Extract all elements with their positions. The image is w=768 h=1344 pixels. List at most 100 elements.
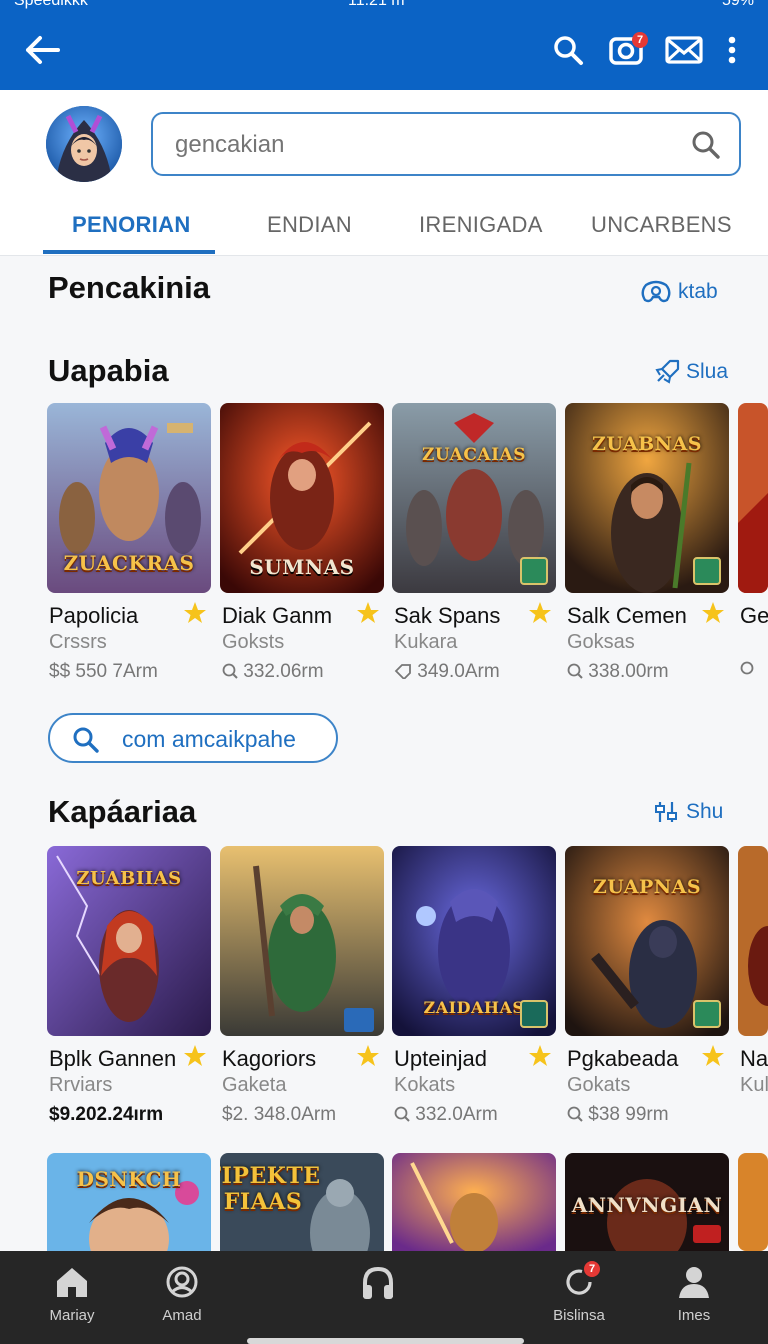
game-thumbnail: ANNVNGIAN [565, 1153, 729, 1251]
game-chip [520, 1000, 548, 1028]
game-thumbnail: FIPEKTE FIAAS [220, 1153, 384, 1251]
game-name: Upteinjad [394, 1046, 487, 1071]
nav-item-imes[interactable]: Imes [649, 1265, 739, 1324]
game-thumbnail [220, 846, 384, 1036]
game-art-title: SUMNAS [249, 555, 355, 579]
tab-uncarbens[interactable]: UNCARBENS [591, 212, 732, 238]
tag-icon [394, 664, 411, 681]
home-icon [57, 1268, 87, 1297]
search-button[interactable] [546, 28, 590, 72]
game-stats [740, 661, 756, 683]
search-icon [567, 663, 583, 679]
notification-badge: 7 [584, 1261, 600, 1277]
game-card[interactable]: FIPEKTE FIAAS [220, 1153, 384, 1251]
nav-item-amad[interactable]: Amad [137, 1265, 227, 1324]
game-name: Sak Spans [394, 603, 501, 628]
game-thumbnail: DSNKCH [47, 1153, 211, 1251]
search-input[interactable] [175, 128, 675, 162]
nav-label: Amad [162, 1307, 202, 1324]
section-title-kapaariaa: Kapáariaa [48, 794, 197, 829]
game-thumbnail: ZAIDAHAS [392, 846, 556, 1036]
bottom-navigation: Mariay Amad 7 Bislinsa Imes [0, 1251, 768, 1344]
game-developer: Kul [740, 1074, 768, 1096]
back-arrow-icon [26, 36, 60, 64]
game-chip [693, 1000, 721, 1028]
game-card[interactable]: ZUABIIAS Bplk Gannen Rrviars $9.202.24ır… [47, 846, 211, 1125]
game-stats: 349.0Arm [394, 661, 500, 683]
search-box[interactable] [151, 112, 741, 176]
game-art-title: ANNVNGIAN [571, 1193, 723, 1217]
game-card[interactable] [392, 1153, 556, 1251]
game-name: Na [740, 1046, 768, 1071]
gamepad-icon [641, 280, 671, 303]
game-card[interactable]: DSNKCH [47, 1153, 211, 1251]
game-thumbnail [392, 1153, 556, 1251]
game-card[interactable]: ZAIDAHAS Upteinjad Kokats 332.0Arm [392, 846, 556, 1125]
game-card-partial[interactable]: Na Kul [738, 846, 768, 1136]
more-options-button[interactable] [712, 28, 752, 72]
section-link-slua[interactable]: Slua [654, 359, 728, 385]
search-icon [394, 1106, 410, 1122]
game-developer: Kukara [394, 631, 458, 653]
mail-button[interactable] [662, 28, 706, 72]
game-developer: Gaketa [222, 1074, 287, 1096]
game-card-partial[interactable]: Ge [738, 403, 768, 693]
game-chip [693, 557, 721, 585]
game-stats: 338.00rm [567, 661, 669, 683]
game-art-title: ZUACKRAS [63, 551, 195, 575]
game-thumbnail: ZUACAIAS [392, 403, 556, 593]
game-card[interactable]: ZUACAIAS Sak Spans Kukara 349.0Arm [392, 403, 556, 682]
explore-button[interactable]: com amcaikpahe [48, 713, 338, 763]
avatar-image [46, 106, 122, 182]
game-name: Salk Cemen [567, 603, 687, 628]
status-time: 11:21 m [348, 0, 405, 9]
section-title-uapabia: Uapabia [48, 353, 169, 388]
game-card[interactable]: Kagoriors Gaketa $2. 348.0Arm [220, 846, 384, 1125]
search-icon [73, 727, 99, 753]
star-icon [529, 1045, 551, 1066]
star-icon [184, 602, 206, 623]
nav-item-mariay[interactable]: Mariay [27, 1265, 117, 1324]
game-card[interactable]: ZUAPNAS Pgkabeada Gokats $38 99rm [565, 846, 729, 1125]
game-card[interactable]: ZUABNAS Salk Cemen Goksas 338.00rm [565, 403, 729, 682]
star-icon [702, 1045, 724, 1066]
game-card-partial[interactable] [738, 1153, 768, 1251]
tab-endian[interactable]: ENDIAN [267, 212, 352, 238]
rocket-icon [655, 359, 680, 384]
back-button[interactable] [20, 28, 64, 72]
game-card[interactable]: SUMNAS Diak Ganm Goksts 332.06rm [220, 403, 384, 682]
star-icon [357, 602, 379, 623]
search-icon [740, 661, 754, 675]
star-icon [529, 602, 551, 623]
game-stats: $2. 348.0Arm [222, 1104, 337, 1125]
section-link-label: Shu [686, 800, 724, 823]
search-icon[interactable] [691, 130, 721, 160]
game-card[interactable]: ZUACKRAS Papolicia Crssrs $$ 550 7Arm [47, 403, 211, 682]
game-developer: Rrviars [49, 1074, 113, 1096]
star-icon [357, 1045, 379, 1066]
tab-irenigada[interactable]: IRENIGADA [419, 212, 543, 238]
nav-item-bislinsa[interactable]: 7 Bislinsa [534, 1261, 624, 1324]
camera-button[interactable]: 7 [604, 28, 648, 72]
star-icon [184, 1045, 206, 1066]
game-thumbnail: SUMNAS [220, 403, 384, 593]
game-name: Diak Ganm [222, 603, 333, 628]
status-carrier: Speedikkk [14, 0, 88, 9]
game-card[interactable]: ANNVNGIAN [565, 1153, 729, 1251]
game-thumbnail: ZUABIIAS [47, 846, 211, 1036]
avatar[interactable] [46, 106, 122, 182]
notification-badge: 7 [632, 32, 648, 48]
nav-item-headphones[interactable] [333, 1265, 423, 1309]
section-link-shu[interactable]: Shu [654, 800, 723, 824]
section-link-label: ktab [678, 280, 718, 303]
tab-penorian[interactable]: PENORIAN [72, 212, 191, 238]
game-developer: Goksas [567, 631, 635, 653]
game-stats: 332.06rm [222, 661, 324, 683]
game-developer: Crssrs [49, 631, 107, 653]
mail-icon [665, 36, 703, 64]
account-circle-icon [166, 1266, 198, 1298]
section-link-ktab[interactable]: ktab [640, 279, 718, 305]
game-thumbnail [738, 846, 768, 1036]
star-icon [702, 602, 724, 623]
game-art-title: DSNKCH [76, 1167, 182, 1191]
